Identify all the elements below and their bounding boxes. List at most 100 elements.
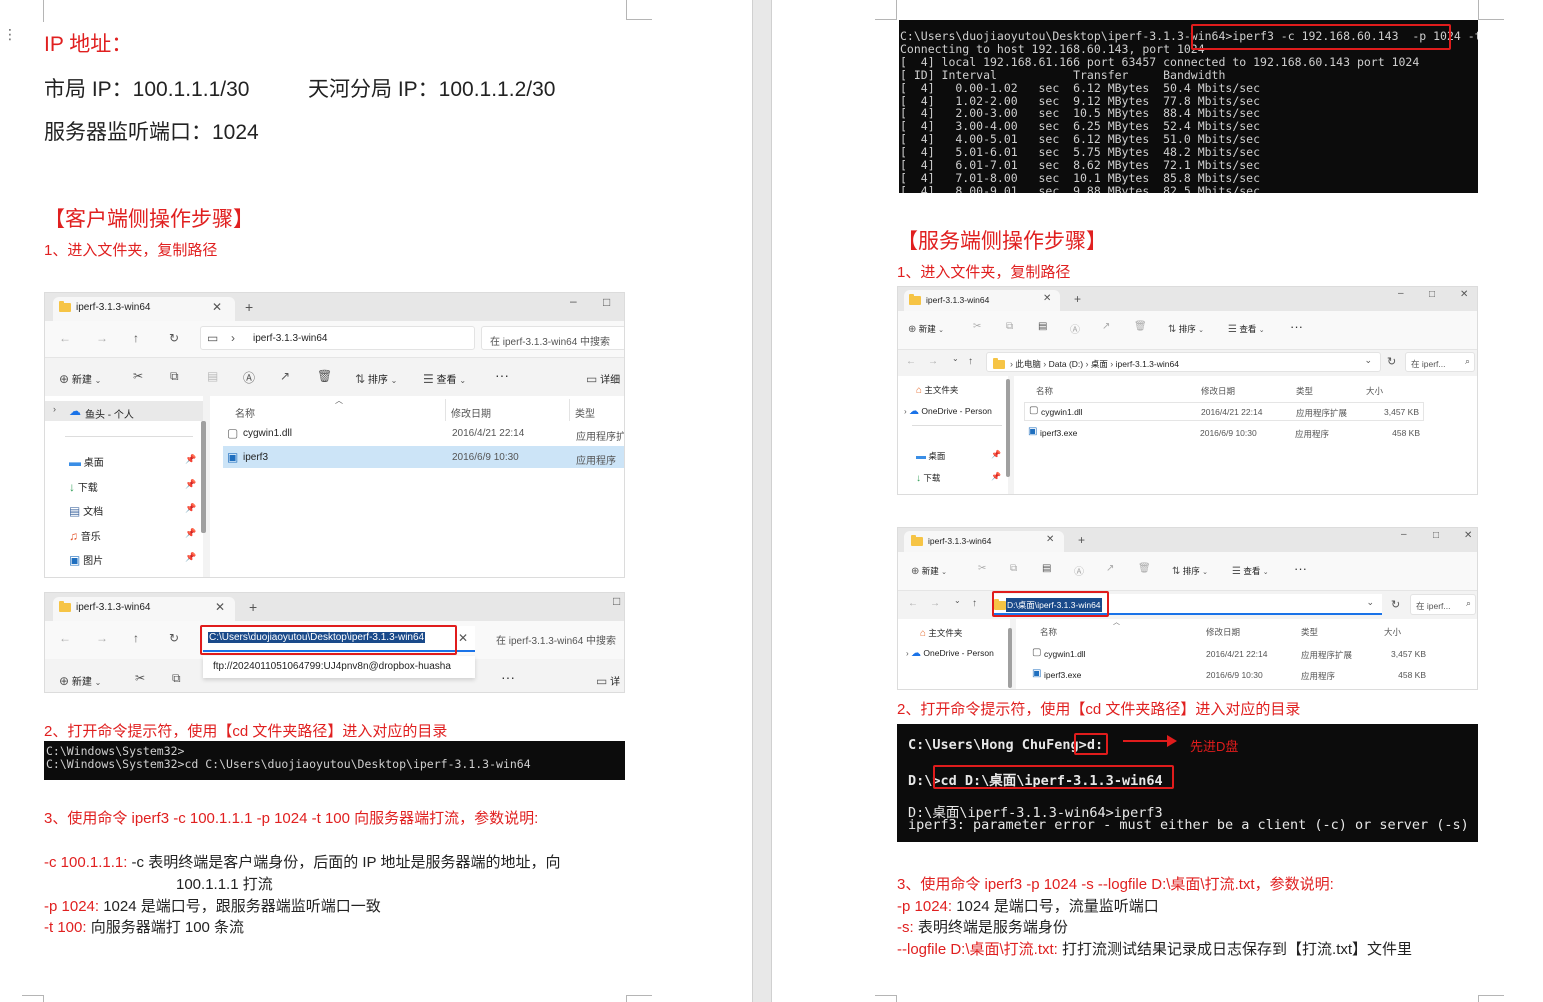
paste-icon[interactable]: ▤ <box>207 369 218 383</box>
close-tab-icon[interactable]: ✕ <box>215 600 225 614</box>
tab-iperf[interactable]: iperf-3.1.3-win64 <box>911 535 991 547</box>
delete-icon[interactable]: 🗑 <box>1134 321 1147 332</box>
refresh-icon[interactable]: ↻ <box>1391 598 1400 611</box>
close-window-icon[interactable]: ✕ <box>1464 530 1472 541</box>
rename-icon[interactable]: Ⓐ <box>1070 321 1080 336</box>
up-icon[interactable]: ↑ <box>972 598 977 609</box>
nav-item-desktop[interactable]: ▬ 桌面 <box>69 454 104 469</box>
details-button[interactable]: ▭ 详 <box>596 673 620 688</box>
maximize-icon[interactable]: □ <box>613 594 620 608</box>
more-icon[interactable]: ··· <box>1290 319 1303 334</box>
copy-icon[interactable]: ⧉ <box>1006 321 1013 332</box>
col-date[interactable]: 修改日期 <box>451 405 491 420</box>
new-tab-icon[interactable]: + <box>1078 533 1085 547</box>
col-size[interactable]: 大小 <box>1384 626 1401 638</box>
forward-icon[interactable]: → <box>96 631 108 645</box>
refresh-icon[interactable]: ↻ <box>1387 355 1396 368</box>
forward-icon[interactable]: → <box>96 331 108 345</box>
sort-button[interactable]: ⇅ 排序 ⌄ <box>355 371 397 386</box>
new-button[interactable]: ⊕ 新建 ⌄ <box>908 323 944 335</box>
forward-icon[interactable]: → <box>930 598 940 609</box>
up-icon[interactable]: ↑ <box>133 331 139 345</box>
file-row[interactable]: ▣ iperf3.exe 2016/6/9 10:30 应用程序 458 KB <box>1028 666 1430 684</box>
search-input[interactable]: 在 iperf... ⌕ <box>1405 352 1475 372</box>
chevron-down-icon[interactable]: ⌄ <box>954 596 961 605</box>
rename-icon[interactable]: Ⓐ <box>243 369 255 386</box>
more-icon[interactable]: ··· <box>1294 561 1307 576</box>
file-row-selected[interactable]: ▣ iperf3 2016/6/9 10:30 应用程序 <box>223 446 624 468</box>
forward-icon[interactable]: → <box>928 356 938 367</box>
file-row[interactable]: ▢ cygwin1.dll 2016/4/21 22:14 应用程序扩展 3,4… <box>1028 645 1430 663</box>
cut-icon[interactable]: ✂ <box>973 321 981 332</box>
nav-item-home[interactable]: ⌂ 主文件夹 <box>920 627 962 639</box>
close-tab-icon[interactable]: ✕ <box>1046 534 1054 545</box>
search-input[interactable]: 在 iperf-3.1.3-win64 中搜索 <box>496 632 616 647</box>
nav-item-home[interactable]: ⌂ 主文件夹 <box>916 384 958 396</box>
chevron-down-icon[interactable]: ⌄ <box>952 354 959 363</box>
file-row[interactable]: ▢ cygwin1.dll 2016/4/21 22:14 应用程序扩展 <box>223 423 624 443</box>
nav-item-documents[interactable]: ▤ 文档 <box>69 503 103 518</box>
col-type[interactable]: 类型 <box>1296 385 1313 397</box>
close-tab-icon[interactable]: ✕ <box>1043 293 1051 304</box>
maximize-icon[interactable]: □ <box>1433 530 1439 541</box>
back-icon[interactable]: ← <box>906 356 916 367</box>
new-button[interactable]: ⊕ 新建 ⌄ <box>59 673 101 688</box>
delete-icon[interactable]: 🗑 <box>1138 563 1151 574</box>
drag-handle-icon[interactable]: ⋮ <box>3 27 17 41</box>
minimize-icon[interactable]: – <box>1398 288 1404 299</box>
sort-button[interactable]: ⇅ 排序 ⌄ <box>1168 323 1204 335</box>
view-button[interactable]: ☰ 查看 ⌄ <box>1232 565 1269 577</box>
copy-icon[interactable]: ⧉ <box>172 671 181 686</box>
nav-item-onedrive[interactable]: › ☁ OneDrive - Person <box>906 648 994 659</box>
cut-icon[interactable]: ✂ <box>133 369 143 383</box>
back-icon[interactable]: ← <box>908 598 918 609</box>
share-icon[interactable]: ↗ <box>1106 563 1114 574</box>
view-button[interactable]: ☰ 查看 ⌄ <box>1228 323 1265 335</box>
refresh-icon[interactable]: ↻ <box>169 631 179 645</box>
minimize-icon[interactable]: – <box>1401 529 1407 540</box>
col-type[interactable]: 类型 <box>1301 626 1318 638</box>
view-button[interactable]: ☰ 查看 ⌄ <box>423 371 466 386</box>
nav-item-downloads[interactable]: ↓ 下载 <box>916 472 940 484</box>
details-button[interactable]: ▭ 详细 <box>586 371 620 386</box>
col-name[interactable]: 名称 <box>235 405 255 420</box>
nav-item-music[interactable]: ♫ 音乐 <box>69 528 101 543</box>
nav-item-pictures[interactable]: ▣ 图片 <box>69 552 103 567</box>
sort-button[interactable]: ⇅ 排序 ⌄ <box>1172 565 1208 577</box>
more-icon[interactable]: ··· <box>495 367 509 383</box>
new-button[interactable]: ⊕ 新建 ⌄ <box>911 565 947 577</box>
address-bar[interactable]: ▭ › iperf-3.1.3-win64 <box>200 326 475 350</box>
search-input[interactable]: 在 iperf-3.1.3-win64 中搜索 <box>481 326 624 350</box>
col-type[interactable]: 类型 <box>575 405 595 420</box>
clear-icon[interactable]: ✕ <box>458 631 468 645</box>
col-date[interactable]: 修改日期 <box>1206 626 1240 638</box>
tab-iperf[interactable]: iperf-3.1.3-win64 <box>909 294 989 306</box>
col-size[interactable]: 大小 <box>1366 385 1383 397</box>
share-icon[interactable]: ↗ <box>1102 321 1110 332</box>
new-button[interactable]: ⊕ 新建 ⌄ <box>59 371 101 386</box>
new-tab-icon[interactable]: + <box>249 599 257 615</box>
close-window-icon[interactable]: ✕ <box>1460 289 1468 300</box>
cut-icon[interactable]: ✂ <box>135 671 145 685</box>
col-name[interactable]: 名称 <box>1040 626 1057 638</box>
nav-item-onedrive[interactable]: › ☁ OneDrive - Person <box>904 406 992 417</box>
col-date[interactable]: 修改日期 <box>1201 385 1235 397</box>
file-row[interactable]: ▣ iperf3.exe 2016/6/9 10:30 应用程序 458 KB <box>1024 424 1424 442</box>
up-icon[interactable]: ↑ <box>968 356 973 367</box>
tab-iperf[interactable]: iperf-3.1.3-win64 <box>59 300 150 313</box>
delete-icon[interactable]: 🗑 <box>317 369 332 383</box>
breadcrumb[interactable]: › 此电脑 › Data (D:) › 桌面 › iperf-3.1.3-win… <box>986 352 1381 372</box>
copy-icon[interactable]: ⧉ <box>170 369 179 384</box>
search-input[interactable]: 在 iperf... ⌕ <box>1410 594 1476 615</box>
rename-icon[interactable]: Ⓐ <box>1074 563 1084 578</box>
nav-item-personal[interactable]: › ☁ 鱼头 - 个人 <box>45 401 203 421</box>
close-tab-icon[interactable]: ✕ <box>212 300 222 314</box>
maximize-icon[interactable]: □ <box>603 295 610 309</box>
new-tab-icon[interactable]: + <box>1074 292 1081 306</box>
address-suggestion[interactable]: ftp://2024011051064799:UJ4pnv8n@dropbox-… <box>203 656 475 678</box>
col-name[interactable]: 名称 <box>1036 385 1053 397</box>
new-tab-icon[interactable]: + <box>245 299 253 315</box>
more-icon[interactable]: ··· <box>501 669 515 685</box>
file-row[interactable]: ▢ cygwin1.dll 2016/4/21 22:14 应用程序扩展 3,4… <box>1024 402 1424 421</box>
paste-icon[interactable]: ▤ <box>1042 563 1051 574</box>
